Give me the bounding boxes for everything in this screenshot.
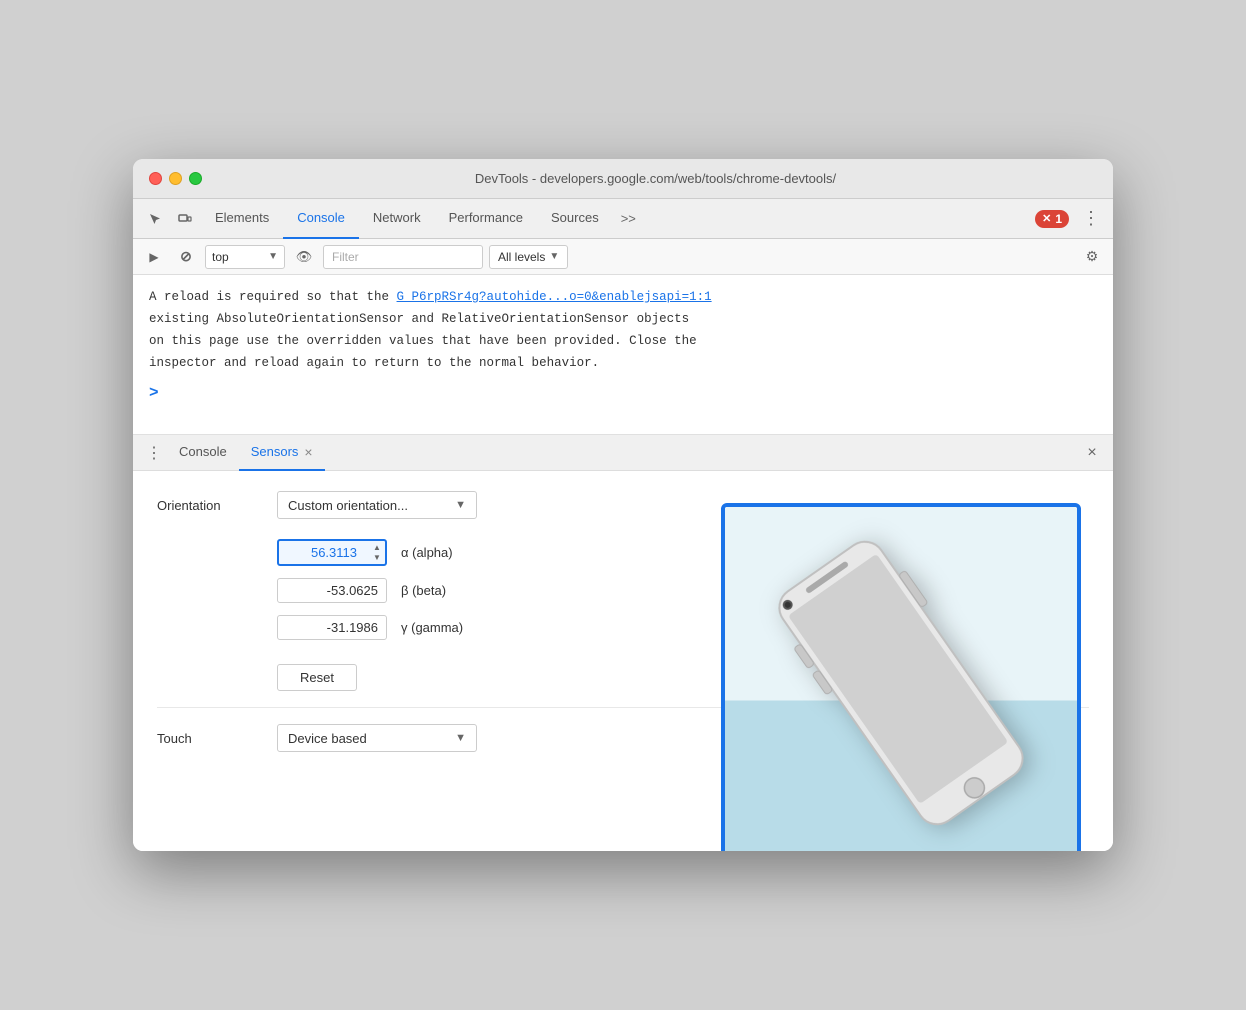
tab-sources[interactable]: Sources [537,199,613,239]
console-prompt[interactable]: > [149,381,1097,407]
sensors-panel-content: Orientation Custom orientation... ▼ ▲ ▼ [133,471,1113,851]
console-output: A reload is required so that the G_P6rpR… [133,275,1113,435]
touch-dropdown-value: Device based [288,731,455,746]
touch-dropdown[interactable]: Device based ▼ [277,724,477,752]
levels-value: All levels [498,250,545,264]
alpha-label: α (alpha) [401,545,453,560]
alpha-decrement[interactable]: ▼ [369,553,385,563]
bottom-panel: ⋮ Console Sensors × × Orientation Custom… [133,435,1113,851]
maximize-button[interactable] [189,172,202,185]
context-value: top [212,250,264,264]
gamma-input[interactable] [277,615,387,640]
touch-label: Touch [157,731,277,746]
context-selector[interactable]: top ▼ [205,245,285,269]
cursor-icon[interactable] [141,205,169,233]
beta-label: β (beta) [401,583,446,598]
beta-input[interactable] [277,578,387,603]
orientation-dropdown-arrow: ▼ [455,499,466,511]
reset-button[interactable]: Reset [277,664,357,691]
title-bar: DevTools - developers.google.com/web/too… [133,159,1113,199]
levels-arrow: ▼ [549,251,559,262]
tab-network[interactable]: Network [359,199,435,239]
orientation-label: Orientation [157,498,277,513]
levels-selector[interactable]: All levels ▼ [489,245,568,269]
bottom-tab-bar: ⋮ Console Sensors × × [133,435,1113,471]
device-visualization [721,503,1081,851]
window-title: DevTools - developers.google.com/web/too… [214,171,1097,186]
device-toolbar-icon[interactable] [171,205,199,233]
settings-button[interactable]: ⚙ [1079,244,1105,270]
sensors-tab-close[interactable]: × [304,445,312,459]
gamma-label: γ (gamma) [401,620,463,635]
error-icon: ✕ [1042,212,1051,225]
beta-input-wrapper [277,578,387,603]
eye-icon: 👁 [296,249,313,265]
close-icon: × [1087,444,1096,462]
console-toolbar: ▶ ⊘ top ▼ 👁 Filter All levels ▼ ⚙ [133,239,1113,275]
filter-placeholder: Filter [332,250,359,264]
phone-model [749,514,1052,851]
orientation-dropdown[interactable]: Custom orientation... ▼ [277,491,477,519]
devtools-menu-button[interactable]: ⋮ [1077,205,1105,233]
orientation-dropdown-value: Custom orientation... [288,498,455,513]
console-message-3: on this page use the overridden values t… [149,331,1097,351]
console-message-4: inspector and reload again to return to … [149,353,1097,373]
tab-elements[interactable]: Elements [201,199,283,239]
bottom-menu-button[interactable]: ⋮ [141,440,167,466]
close-button[interactable] [149,172,162,185]
devtools-window: DevTools - developers.google.com/web/too… [133,159,1113,851]
alpha-input-wrapper: ▲ ▼ [277,539,387,566]
touch-dropdown-arrow: ▼ [455,732,466,744]
alpha-stepper: ▲ ▼ [369,543,385,563]
play-icon: ▶ [149,250,158,264]
tab-console[interactable]: Console [283,199,359,239]
filter-input[interactable]: Filter [323,245,483,269]
console-message-2: existing AbsoluteOrientationSensor and R… [149,309,1097,329]
gear-icon: ⚙ [1086,248,1099,265]
device-viz-background [725,507,1077,851]
error-count: 1 [1055,212,1062,226]
console-link[interactable]: G_P6rpRSr4g?autohide...o=0&enablejsapi=1… [397,290,712,304]
close-panel-button[interactable]: × [1079,440,1105,466]
traffic-lights [149,172,202,185]
context-arrow: ▼ [268,251,278,262]
devtools-tab-bar: Elements Console Network Performance Sou… [133,199,1113,239]
error-badge[interactable]: ✕ 1 [1035,210,1069,228]
stop-button[interactable]: ⊘ [173,244,199,270]
minimize-button[interactable] [169,172,182,185]
stop-icon: ⊘ [180,248,192,265]
tab-performance[interactable]: Performance [435,199,537,239]
bottom-tab-console[interactable]: Console [167,435,239,471]
eye-button[interactable]: 👁 [291,244,317,270]
bottom-tab-sensors[interactable]: Sensors × [239,435,325,471]
gamma-input-wrapper [277,615,387,640]
alpha-increment[interactable]: ▲ [369,543,385,553]
console-message-1: A reload is required so that the G_P6rpR… [149,287,1097,307]
execute-button[interactable]: ▶ [141,244,167,270]
more-tabs-button[interactable]: >> [613,211,644,226]
menu-dots-icon: ⋮ [146,443,162,463]
